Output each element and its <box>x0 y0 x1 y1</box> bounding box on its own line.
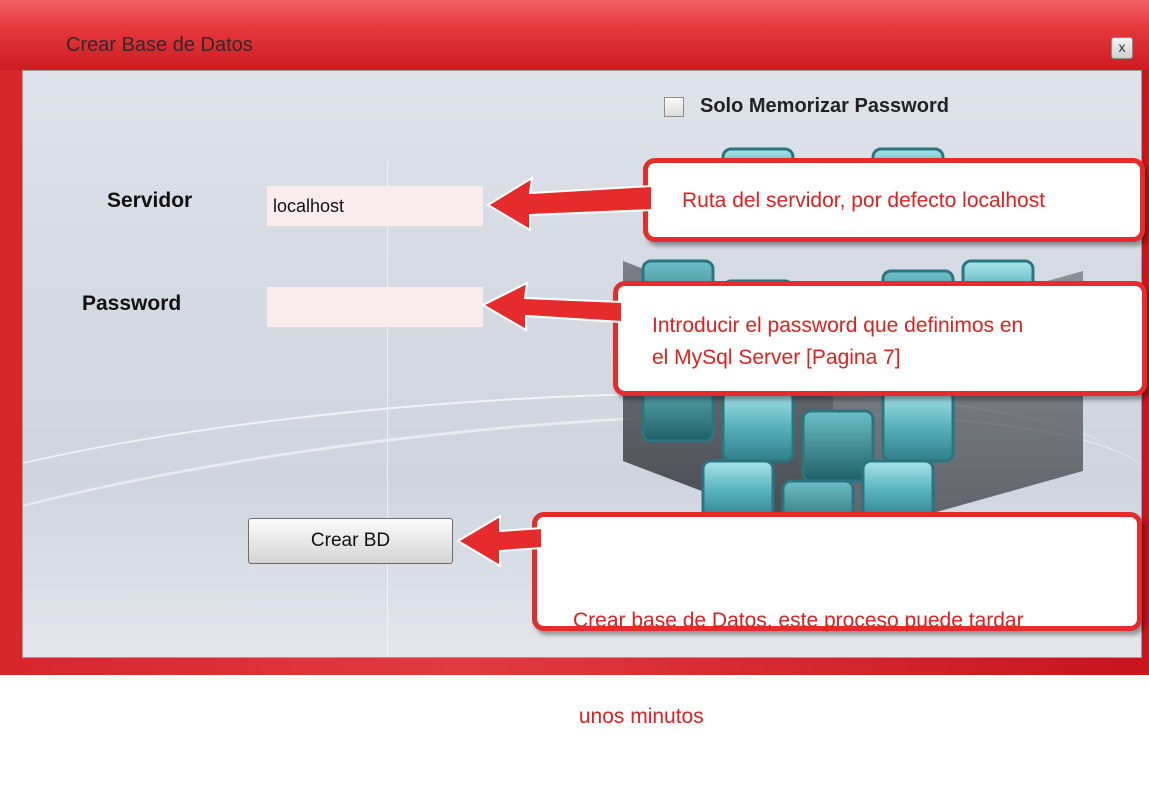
server-label: Servidor <box>107 189 193 212</box>
remember-password-label[interactable]: Solo Memorizar Password <box>700 95 949 118</box>
window-title: Crear Base de Datos <box>66 34 253 56</box>
password-callout-line2: el MySql Server [Pagina 7] <box>652 346 901 369</box>
password-label: Password <box>82 292 182 315</box>
server-callout: Ruta del servidor, por defecto localhost <box>643 158 1145 242</box>
create-callout: Crear base de Datos, este proceso puede … <box>532 512 1142 728</box>
panel-divider <box>387 161 388 657</box>
title-bar: Crear Base de Datos x <box>0 0 1149 70</box>
password-callout-line1: Introducir el password que definimos en <box>652 314 1024 337</box>
create-db-button[interactable]: Crear BD <box>248 518 453 564</box>
server-input[interactable] <box>267 186 483 226</box>
password-callout: Introducir el password que definimos en … <box>613 281 1147 396</box>
create-callout-line2: unos minutos <box>573 705 704 728</box>
remember-password-checkbox[interactable] <box>664 97 684 117</box>
server-callout-text: Ruta del servidor, por defecto localhost <box>682 189 1046 212</box>
password-input[interactable] <box>267 287 483 327</box>
create-callout-line1: Crear base de Datos, este proceso puede … <box>573 609 1024 632</box>
dialog-window: Crear Base de Datos x Solo Memorizar Pas… <box>0 0 1149 728</box>
close-button[interactable]: x <box>1111 37 1133 59</box>
